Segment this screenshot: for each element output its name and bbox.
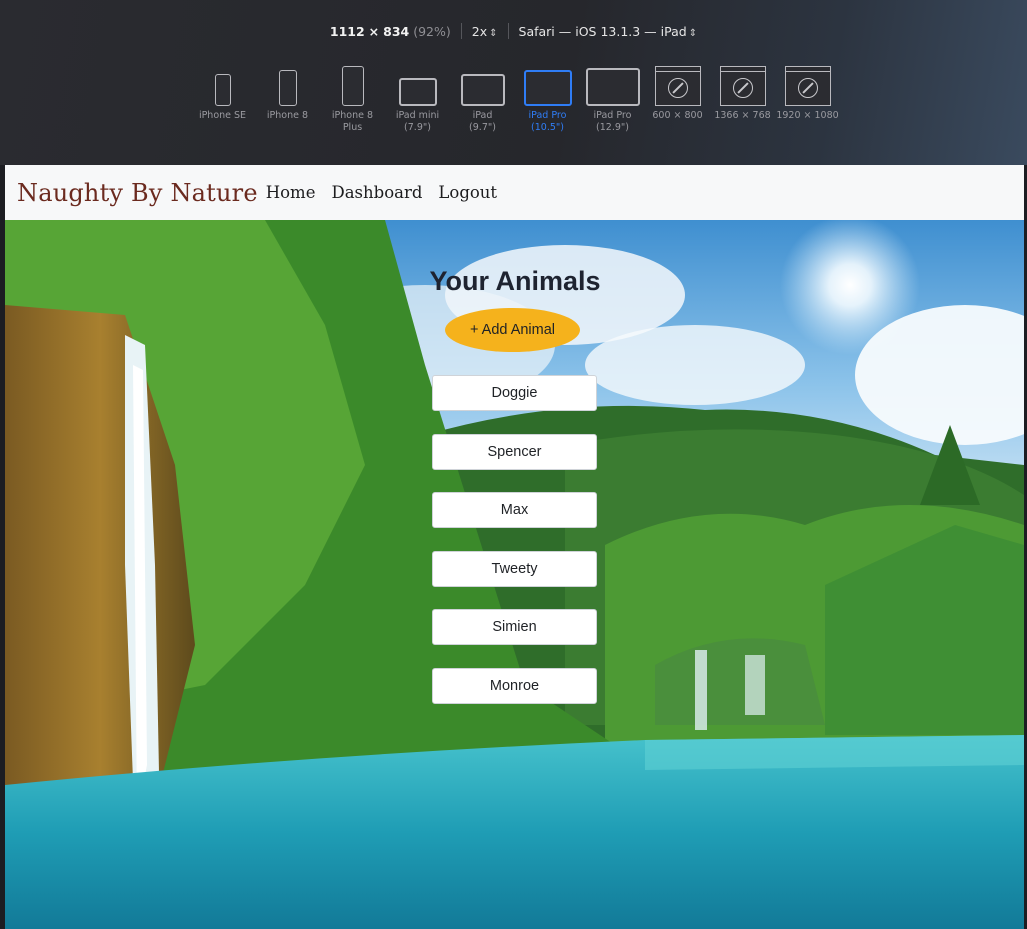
nav-dashboard[interactable]: Dashboard: [331, 183, 422, 202]
device-preset-iphone-8[interactable]: iPhone 8: [255, 62, 320, 122]
device-preset-ipad-pro-105[interactable]: iPad Pro (10.5"): [515, 62, 580, 134]
viewport-height: 834: [383, 23, 410, 39]
animal-button-monroe[interactable]: Monroe: [432, 667, 597, 704]
device-shape-wrap: [585, 62, 640, 106]
animal-button-doggie[interactable]: Doggie: [432, 375, 597, 411]
tablet-device-icon: [523, 70, 572, 106]
times-sign: ×: [368, 23, 380, 39]
compass-icon: [732, 78, 753, 98]
site-navbar: Naughty By Nature Home Dashboard Logout: [5, 165, 1024, 220]
device-preset-iphone-8-plus[interactable]: iPhone 8 Plus: [320, 62, 385, 134]
device-label: iPad Pro: [593, 110, 632, 121]
device-label: iPhone SE: [198, 110, 247, 121]
browser-device-icon: [719, 66, 766, 106]
device-preset-ipad-97[interactable]: iPad (9.7"): [450, 62, 515, 134]
device-label: 600 × 800: [652, 110, 703, 121]
device-shape-wrap: [278, 62, 297, 106]
device-sublabel: (10.5"): [531, 122, 564, 133]
browser-device-icon: [784, 66, 831, 106]
device-preset-600-800[interactable]: 600 × 800: [645, 62, 710, 122]
browser-device-icon: [654, 66, 701, 106]
scale-label: 2x: [471, 23, 488, 39]
device-preset-ipad-mini-79[interactable]: iPad mini (7.9"): [385, 62, 450, 134]
device-shape-wrap: [460, 62, 505, 106]
device-sublabel: (12.9"): [596, 122, 629, 133]
animal-button-simien[interactable]: Simien: [432, 609, 597, 645]
device-sublabel: Plus: [342, 122, 363, 133]
page-viewport: Naughty By Nature Home Dashboard Logout …: [5, 165, 1024, 929]
device-sublabel: (7.9"): [404, 122, 431, 133]
viewport-width: 1112: [329, 23, 365, 39]
device-preset-ipad-pro-129[interactable]: iPad Pro (12.9"): [580, 62, 645, 134]
chevron-updown-icon: ⇕: [489, 27, 498, 39]
chevron-updown-icon: ⇕: [688, 27, 698, 39]
device-label: iPad: [472, 110, 493, 121]
compass-icon: [797, 78, 818, 98]
scale-selector[interactable]: 2x ⇕: [472, 24, 498, 39]
device-label: iPad mini: [395, 110, 440, 121]
device-preset-1920-1080[interactable]: 1920 × 1080: [775, 62, 840, 122]
phone-device-icon: [341, 66, 364, 106]
responsive-design-toolbar: 1112 × 834 (92%) 2x ⇕ Safari — iOS 13.1.3…: [0, 0, 1027, 165]
tablet-device-icon: [398, 78, 437, 106]
animal-button-tweety[interactable]: Tweety: [432, 550, 597, 587]
device-preset-iphone-se[interactable]: iPhone SE: [190, 62, 255, 122]
device-label: 1366 × 768: [714, 110, 771, 121]
nav-home[interactable]: Home: [266, 183, 316, 202]
brand-logo[interactable]: Naughty By Nature: [17, 179, 258, 207]
divider: [507, 23, 509, 39]
animal-list: Doggie Spencer Max Tweety Simien Monroe: [432, 375, 597, 726]
device-shape-wrap: [398, 62, 437, 106]
main-content: Your Animals + Add Animal Doggie Spencer…: [5, 220, 1024, 929]
page-title: Your Animals: [429, 266, 601, 296]
animal-button-spencer[interactable]: Spencer: [432, 433, 597, 470]
viewport-dimensions[interactable]: 1112 × 834 (92%): [330, 24, 451, 39]
rdm-top-row: 1112 × 834 (92%) 2x ⇕ Safari — iOS 13.1.3…: [0, 20, 1027, 42]
phone-device-icon: [278, 70, 297, 106]
phone-device-icon: [214, 74, 231, 106]
divider: [460, 23, 462, 39]
zoom-level: (92%): [413, 23, 451, 39]
device-preset-1366-768[interactable]: 1366 × 768: [710, 62, 775, 122]
add-animal-button[interactable]: + Add Animal: [445, 308, 580, 352]
device-label: iPhone 8: [266, 110, 309, 121]
device-label: iPad Pro: [528, 110, 567, 121]
device-shape-wrap: [784, 62, 831, 106]
user-agent-selector[interactable]: Safari — iOS 13.1.3 — iPad ⇕: [519, 24, 698, 39]
tablet-device-icon: [460, 74, 505, 106]
device-presets: iPhone SE iPhone 8 iPhone 8 Plus iPad mini (7…: [190, 62, 840, 142]
nav-logout[interactable]: Logout: [438, 183, 497, 202]
device-shape-wrap: [341, 62, 364, 106]
device-sublabel: (9.7"): [469, 122, 496, 133]
user-agent-label: Safari — iOS 13.1.3 — iPad: [518, 23, 687, 39]
device-shape-wrap: [523, 62, 572, 106]
animal-button-max[interactable]: Max: [432, 492, 597, 528]
device-label: 1920 × 1080: [776, 110, 839, 121]
device-shape-wrap: [719, 62, 766, 106]
device-label: iPhone 8: [331, 110, 374, 121]
compass-icon: [667, 78, 688, 98]
device-shape-wrap: [654, 62, 701, 106]
tablet-device-icon: [585, 68, 640, 106]
device-shape-wrap: [214, 62, 231, 106]
